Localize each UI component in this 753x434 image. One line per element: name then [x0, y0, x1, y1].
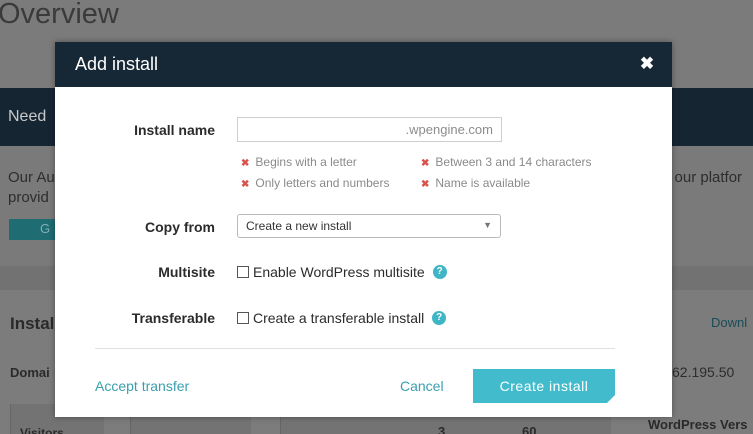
download-link: Downl — [711, 315, 748, 330]
create-install-button[interactable]: Create install — [473, 369, 615, 403]
rule-alphanumeric: ✖ Only letters and numbers — [241, 176, 390, 190]
close-icon[interactable]: ✖ — [636, 53, 658, 75]
help-icon[interactable]: ? — [432, 265, 447, 279]
domain-label: Domai — [10, 365, 50, 380]
copy-from-label: Copy from — [145, 219, 215, 235]
error-x-icon: ✖ — [241, 158, 250, 169]
transferable-option: Create a transferable install ? — [237, 308, 447, 328]
page-title: Overview — [0, 0, 119, 30]
chevron-down-icon: ▼ — [483, 220, 492, 230]
visitors-label: Visitors — [20, 426, 64, 434]
copy-from-select[interactable]: Create a new install ▼ — [237, 214, 501, 238]
info-text-line-2: provid — [8, 189, 49, 206]
install-name-label: Install name — [134, 122, 215, 138]
accept-transfer-link[interactable]: Accept transfer — [95, 378, 189, 394]
multisite-checkbox[interactable] — [237, 266, 249, 278]
error-x-icon: ✖ — [421, 158, 430, 169]
banner-text: Need — [8, 108, 47, 125]
error-x-icon: ✖ — [241, 179, 250, 190]
dialog-header: Add install ✖ — [55, 42, 672, 87]
rule-name-available: ✖ Name is available — [421, 176, 531, 190]
rule-begins-with-letter: ✖ Begins with a letter — [241, 155, 357, 169]
wordpress-version-label: WordPress Vers — [648, 417, 748, 432]
ip-address: 62.195.50 — [672, 364, 735, 380]
help-icon[interactable]: ? — [432, 311, 447, 325]
installs-heading: Instal — [10, 314, 55, 333]
transferable-checkbox-label[interactable]: Create a transferable install — [253, 310, 424, 326]
copy-from-value: Create a new install — [246, 219, 352, 233]
stat-number: 60 — [522, 424, 537, 434]
domain-suffix: .wpengine.com — [405, 122, 493, 137]
rule-length: ✖ Between 3 and 14 characters — [421, 155, 592, 169]
add-install-dialog: Add install ✖ Install name .wpengine.com… — [55, 42, 672, 417]
stat-number: 3 — [438, 424, 446, 434]
footer-divider — [95, 348, 615, 349]
transferable-checkbox[interactable] — [237, 312, 249, 324]
transferable-label: Transferable — [131, 310, 215, 326]
dialog-title: Add install — [75, 54, 159, 74]
multisite-label: Multisite — [158, 264, 215, 280]
install-name-input[interactable]: .wpengine.com — [237, 117, 502, 142]
info-text-right: o our platfor — [662, 169, 743, 186]
cancel-button[interactable]: Cancel — [400, 378, 444, 394]
multisite-option: Enable WordPress multisite ? — [237, 262, 447, 282]
multisite-checkbox-label[interactable]: Enable WordPress multisite — [253, 264, 425, 280]
info-text-line-1: Our Au — [8, 169, 55, 186]
error-x-icon: ✖ — [421, 179, 430, 190]
background-action-button-label: G — [40, 221, 51, 236]
